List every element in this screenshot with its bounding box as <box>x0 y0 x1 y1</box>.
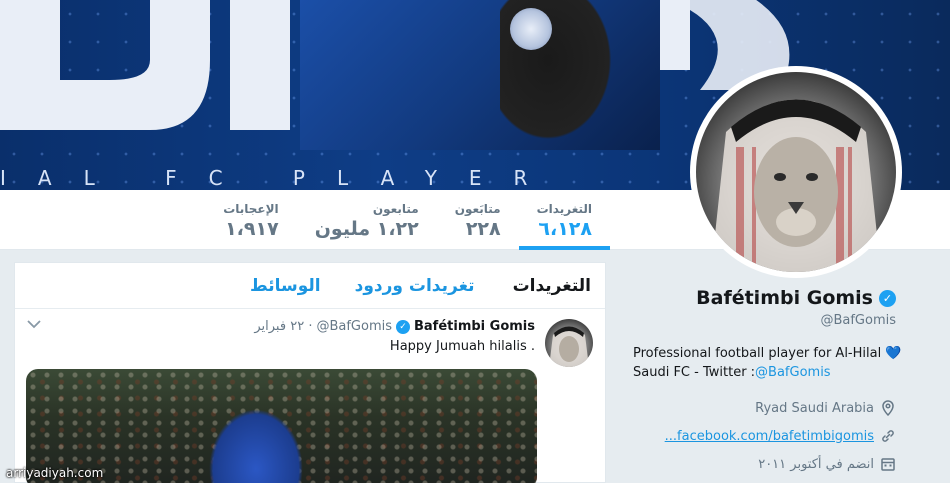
profile-stats: التغريدات ٦،١٢٨ متابَعون ٢٢٨ متابعون ١،٢… <box>205 190 611 250</box>
profile-handle[interactable]: @BafGomis <box>612 313 942 328</box>
stat-tweets[interactable]: التغريدات ٦،١٢٨ <box>518 190 611 250</box>
bio-line-1: Professional football player for Al-Hila… <box>633 346 882 361</box>
stat-value: ١،٢٢ مليون <box>314 218 419 240</box>
stat-value: ٢٢٨ <box>465 218 501 240</box>
timeline-tabs: التغريدات تغريدات وردود الوسائط <box>15 263 605 309</box>
watermark: arriyadiyah.com <box>6 466 104 480</box>
bio-mention-link[interactable]: @BafGomis <box>755 365 831 380</box>
tweet-date[interactable]: · ٢٢ فبراير <box>254 319 312 334</box>
chevron-down-icon[interactable] <box>27 319 41 329</box>
profile-website: ...facebook.com/bafetimbigomis <box>612 422 942 450</box>
profile-joined: انضم في أكتوبر ٢٠١١ <box>612 450 942 478</box>
calendar-icon <box>881 458 895 471</box>
location-text: Ryad Saudi Arabia <box>755 400 874 416</box>
stat-value: ٦،١٢٨ <box>538 218 592 240</box>
profile-location: Ryad Saudi Arabia <box>612 394 942 422</box>
stat-likes[interactable]: الإعجابات ١،٩١٧ <box>205 190 296 250</box>
stat-followers[interactable]: متابعون ١،٢٢ مليون <box>297 190 437 250</box>
tab-media[interactable]: الوسائط <box>250 276 321 296</box>
club-badge <box>510 8 552 50</box>
bio-line-2: Saudi FC - Twitter : <box>633 365 756 380</box>
stat-value: ١،٩١٧ <box>225 218 279 240</box>
profile-card: Bafétimbi Gomis ✓ @BafGomis Professional… <box>612 280 942 483</box>
link-icon <box>882 430 894 442</box>
verified-badge-icon: ✓ <box>879 289 896 307</box>
tweet-text: Happy Jumuah hilalis . <box>389 339 535 354</box>
tweet-avatar[interactable] <box>545 319 593 367</box>
tab-tweets-replies[interactable]: تغريدات وردود <box>355 276 475 296</box>
stat-label: متابعون <box>372 202 419 216</box>
tab-tweets[interactable]: التغريدات <box>513 276 591 296</box>
profile-avatar[interactable] <box>690 66 902 278</box>
tweet[interactable]: Bafétimbi Gomis ✓ @BafGomis · ٢٢ فبراير … <box>15 309 605 483</box>
verified-badge-icon: ✓ <box>396 319 410 334</box>
location-pin-icon <box>882 400 894 416</box>
website-link[interactable]: ...facebook.com/bafetimbigomis <box>665 429 874 444</box>
tweet-author-handle[interactable]: @BafGomis <box>316 319 392 334</box>
tweet-header: Bafétimbi Gomis ✓ @BafGomis · ٢٢ فبراير <box>254 319 535 334</box>
profile-name[interactable]: Bafétimbi Gomis <box>696 287 873 309</box>
profile-bio: Professional football player for Al-Hila… <box>612 344 922 382</box>
stat-following[interactable]: متابَعون ٢٢٨ <box>437 190 519 250</box>
timeline: التغريدات تغريدات وردود الوسائط Bafétimb… <box>14 262 606 483</box>
tweet-author-name[interactable]: Bafétimbi Gomis <box>414 319 535 334</box>
stat-label: التغريدات <box>536 202 592 216</box>
lion-avatar-image <box>696 72 896 272</box>
joined-text: انضم في أكتوبر ٢٠١١ <box>758 456 874 472</box>
stat-label: متابَعون <box>454 202 501 216</box>
blue-heart-icon: 💙 <box>885 346 902 361</box>
banner-tagline: IAL FC PLAYER <box>0 166 560 190</box>
profile-name-row: Bafétimbi Gomis ✓ <box>612 287 942 309</box>
stat-label: الإعجابات <box>223 202 279 216</box>
